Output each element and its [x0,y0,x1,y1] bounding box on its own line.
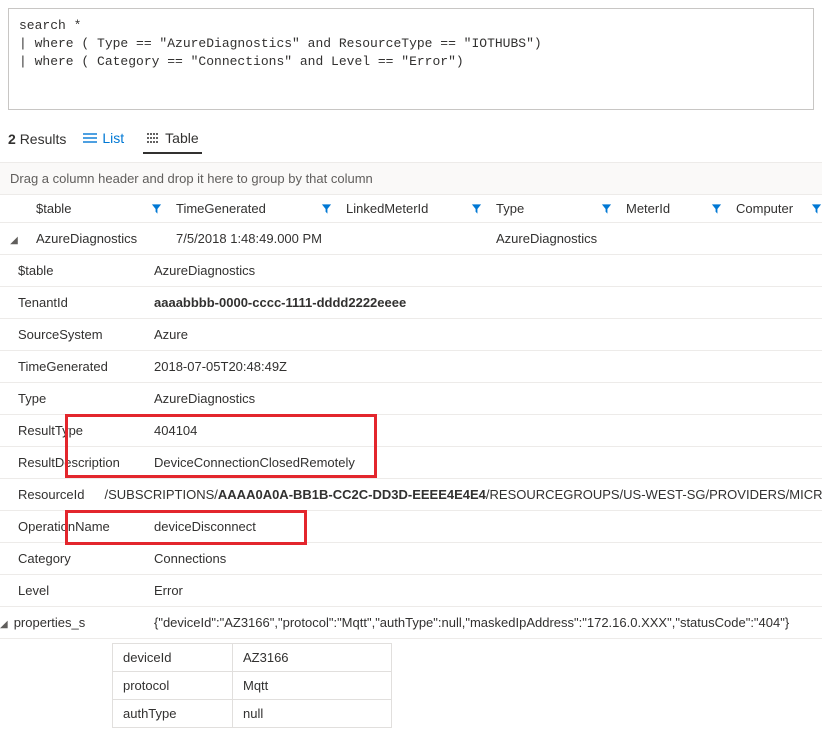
detail-value: 2018-07-05T20:48:49Z [144,351,822,383]
filter-icon[interactable] [811,203,822,214]
detail-key: OperationName [0,511,144,543]
detail-value: Azure [144,319,822,351]
query-editor[interactable]: search * | where ( Type == "AzureDiagnos… [8,8,814,110]
detail-key: Category [0,543,144,575]
detail-value: {"deviceId":"AZ3166","protocol":"Mqtt","… [144,607,822,639]
view-table-button[interactable]: Table [143,124,201,154]
detail-value: Error [144,575,822,607]
detail-value: AzureDiagnostics [144,255,822,287]
list-icon [83,131,97,145]
table-row[interactable]: ◢ AzureDiagnostics 7/5/2018 1:48:49.000 … [0,223,822,255]
detail-key: Type [0,383,144,415]
row-details: OperationNamedeviceDisconnect [0,511,822,543]
detail-value: AzureDiagnostics [144,383,822,415]
filter-icon[interactable] [151,203,162,214]
row-details: ResourceId/SUBSCRIPTIONS/AAAA0A0A-BB1B-C… [0,479,822,511]
detail-value: deviceDisconnect [144,511,822,543]
prop-value: Mqtt [233,672,392,700]
filter-icon[interactable] [321,203,332,214]
detail-value: 404104 [144,415,822,447]
view-list-button[interactable]: List [80,124,127,154]
detail-value: DeviceConnectionClosedRemotely [144,447,822,479]
prop-value: null [233,700,392,728]
group-drop-area[interactable]: Drag a column header and drop it here to… [0,162,822,195]
prop-key: authType [113,700,233,728]
cell-computer [728,223,822,255]
row-details: $tableAzureDiagnostics TenantIdaaaabbbb-… [0,255,822,415]
results-toolbar: 2 Results List Table [0,118,822,154]
prop-value: AZ3166 [233,644,392,672]
results-grid-header: $table TimeGenerated LinkedMeterId Type … [0,195,822,223]
view-list-label: List [102,130,124,146]
detail-value: Connections [144,543,822,575]
filter-icon[interactable] [601,203,612,214]
detail-key: ResultDescription [0,447,144,479]
cell-table: AzureDiagnostics [28,223,168,255]
column-header-table[interactable]: $table [28,195,168,223]
detail-key: $table [0,255,144,287]
query-line: search * [19,18,81,33]
properties-sub-table: deviceIdAZ3166 protocolMqtt authTypenull [0,643,822,728]
detail-key: ResourceId [0,479,94,511]
column-header-timegenerated[interactable]: TimeGenerated [168,195,338,223]
filter-icon[interactable] [471,203,482,214]
query-line: | where ( Category == "Connections" and … [19,54,464,69]
cell-type: AzureDiagnostics [488,223,618,255]
detail-value: /SUBSCRIPTIONS/AAAA0A0A-BB1B-CC2C-DD3D-E… [94,479,822,511]
column-header-computer[interactable]: Computer [728,195,822,223]
cell-meterid [618,223,728,255]
cell-timegenerated: 7/5/2018 1:48:49.000 PM [168,223,338,255]
detail-key: ◢properties_s [0,607,144,639]
prop-key: deviceId [113,644,233,672]
column-header-type[interactable]: Type [488,195,618,223]
row-details: ResultType404104 ResultDescriptionDevice… [0,415,822,479]
table-icon [146,131,160,145]
cell-linkedmeterid [338,223,488,255]
detail-key: Level [0,575,144,607]
row-details: CategoryConnections LevelError ◢properti… [0,543,822,639]
query-line: | where ( Type == "AzureDiagnostics" and… [19,36,542,51]
column-header-linkedmeterid[interactable]: LinkedMeterId [338,195,488,223]
column-expand [0,195,28,223]
prop-key: protocol [113,672,233,700]
expand-row-icon[interactable]: ◢ [0,223,28,255]
detail-key: TimeGenerated [0,351,144,383]
detail-key: SourceSystem [0,319,144,351]
filter-icon[interactable] [711,203,722,214]
column-header-meterid[interactable]: MeterId [618,195,728,223]
results-count: 2 Results [8,131,66,147]
view-table-label: Table [165,130,198,146]
detail-key: TenantId [0,287,144,319]
expand-props-icon[interactable]: ◢ [0,619,8,630]
detail-value: aaaabbbb-0000-cccc-1111-dddd2222eeee [144,287,822,319]
detail-key: ResultType [0,415,144,447]
